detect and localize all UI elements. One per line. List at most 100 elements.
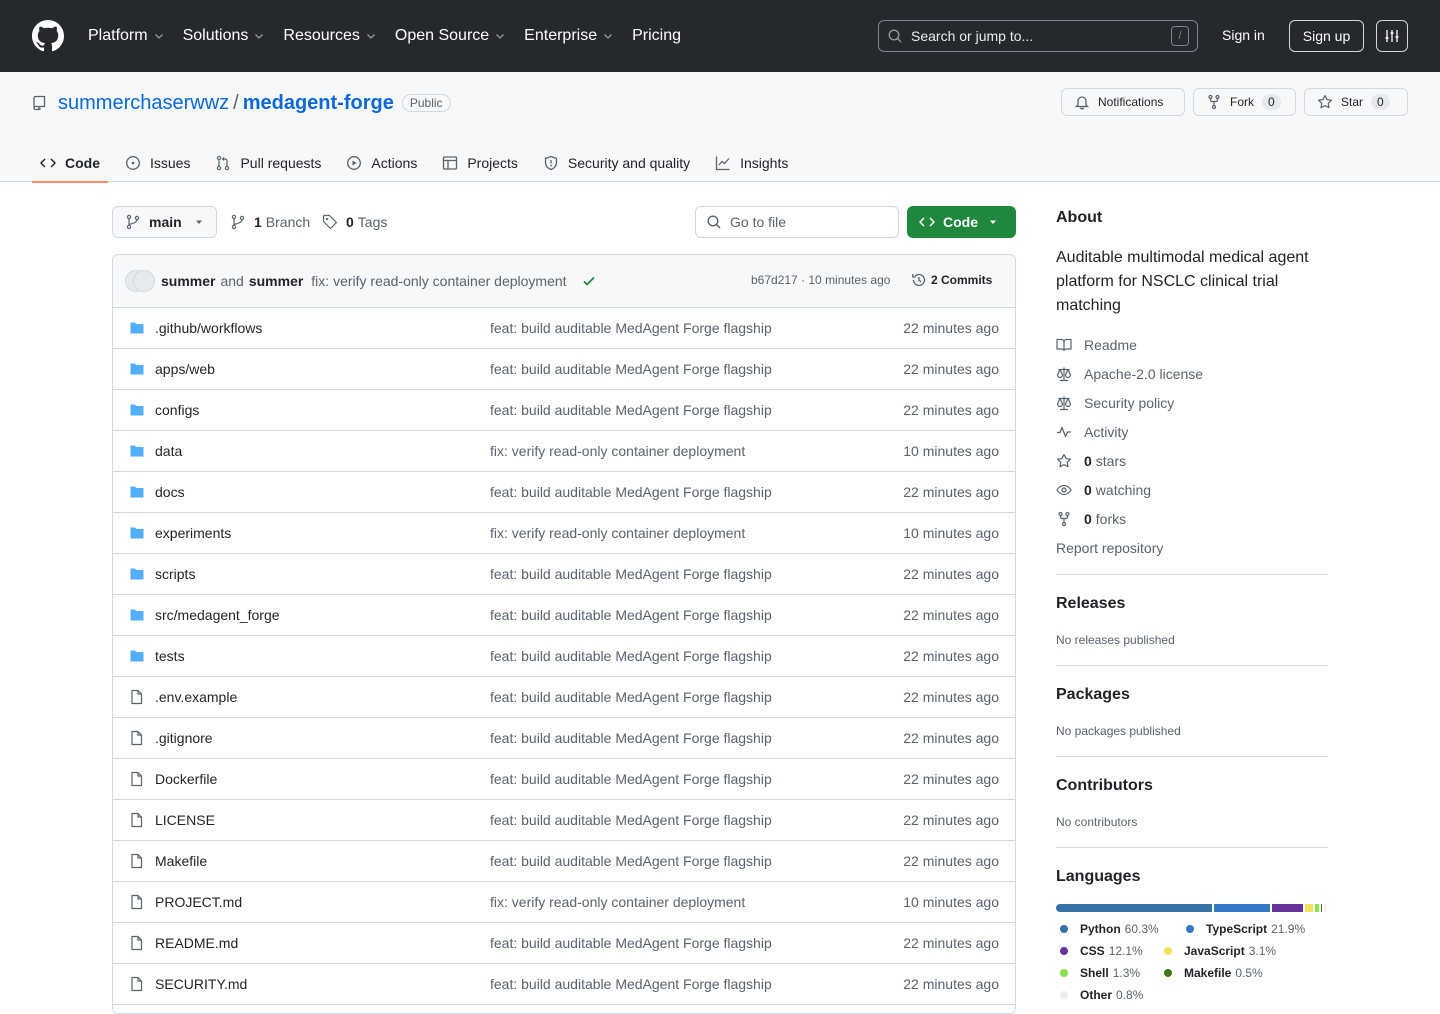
- avatar[interactable]: [133, 270, 155, 292]
- language-bar-segment[interactable]: [1213, 904, 1271, 912]
- file-commit-message-link[interactable]: feat: build auditable MedAgent Forge fla…: [490, 607, 772, 623]
- license-link[interactable]: Apache-2.0 license: [1056, 364, 1203, 384]
- commit-sha-time[interactable]: b67d217 · 10 minutes ago: [751, 273, 890, 287]
- stars-link[interactable]: 0 stars: [1056, 451, 1126, 471]
- nav-resources[interactable]: Resources: [283, 27, 376, 45]
- file-commit-message-link[interactable]: feat: build auditable MedAgent Forge fla…: [490, 566, 772, 582]
- nav-enterprise[interactable]: Enterprise: [524, 27, 614, 45]
- report-repository-link[interactable]: Report repository: [1056, 538, 1163, 558]
- file-commit-message-link[interactable]: feat: build auditable MedAgent Forge fla…: [490, 648, 772, 664]
- file-row[interactable]: SECURITY.md feat: build auditable MedAgen…: [113, 964, 1015, 1005]
- file-name-link[interactable]: LICENSE: [155, 812, 215, 828]
- file-name-link[interactable]: configs: [155, 402, 199, 418]
- file-row[interactable]: docs feat: build auditable MedAgent Forge…: [113, 472, 1015, 513]
- file-row[interactable]: src/medagent_forge feat: build auditable …: [113, 595, 1015, 636]
- file-commit-message-link[interactable]: fix: verify read-only container deployme…: [490, 894, 745, 910]
- file-commit-message-link[interactable]: feat: build auditable MedAgent Forge fla…: [490, 320, 772, 336]
- commit-coauthor-link[interactable]: summer: [249, 273, 303, 289]
- language-item[interactable]: Python 60.3%: [1060, 922, 1159, 936]
- nav-solutions[interactable]: Solutions: [183, 27, 266, 45]
- code-dropdown-button[interactable]: Code: [907, 206, 1016, 238]
- file-row[interactable]: .env.example feat: build auditable MedAge…: [113, 677, 1015, 718]
- file-name-link[interactable]: Dockerfile: [155, 771, 217, 787]
- file-commit-message-link[interactable]: feat: build auditable MedAgent Forge fla…: [490, 361, 772, 377]
- file-commit-message-link[interactable]: feat: build auditable MedAgent Forge fla…: [490, 689, 772, 705]
- file-commit-message-link[interactable]: feat: build auditable MedAgent Forge fla…: [490, 812, 772, 828]
- check-icon[interactable]: [581, 273, 597, 289]
- file-row[interactable]: configs feat: build auditable MedAgent Fo…: [113, 390, 1015, 431]
- language-bar-segment[interactable]: [1056, 904, 1212, 912]
- language-item[interactable]: JavaScript 3.1%: [1164, 944, 1276, 958]
- file-name-link[interactable]: apps/web: [155, 361, 215, 377]
- file-row[interactable]: LICENSE feat: build auditable MedAgent Fo…: [113, 800, 1015, 841]
- tab-actions[interactable]: Actions: [338, 144, 425, 182]
- file-commit-message-link[interactable]: feat: build auditable MedAgent Forge fla…: [490, 853, 772, 869]
- file-name-link[interactable]: PROJECT.md: [155, 894, 242, 910]
- tab-issues[interactable]: Issues: [117, 144, 198, 182]
- fork-button[interactable]: Fork 0: [1193, 88, 1296, 116]
- nav-platform[interactable]: Platform: [88, 27, 165, 45]
- file-row[interactable]: experiments fix: verify read-only contain…: [113, 513, 1015, 554]
- file-row[interactable]: .github/workflows feat: build auditable M…: [113, 308, 1015, 349]
- appearance-settings-button[interactable]: [1376, 20, 1408, 52]
- go-to-file-input[interactable]: Go to file: [695, 206, 899, 238]
- packages-heading[interactable]: Packages: [1056, 686, 1130, 704]
- file-commit-message-link[interactable]: feat: build auditable MedAgent Forge fla…: [490, 771, 772, 787]
- global-search-input[interactable]: Search or jump to... /: [878, 20, 1198, 52]
- sign-up-button[interactable]: Sign up: [1289, 20, 1364, 52]
- commit-message-link[interactable]: fix: verify read-only container deployme…: [311, 273, 566, 289]
- tab-security[interactable]: Security and quality: [535, 144, 698, 182]
- file-name-link[interactable]: Makefile: [155, 853, 207, 869]
- file-name-link[interactable]: scripts: [155, 566, 195, 582]
- file-name-link[interactable]: .env.example: [155, 689, 237, 705]
- repo-name-link[interactable]: medagent-forge: [243, 92, 394, 115]
- file-row[interactable]: Makefile feat: build auditable MedAgent F…: [113, 841, 1015, 882]
- nav-open-source[interactable]: Open Source: [395, 27, 506, 45]
- contributors-heading[interactable]: Contributors: [1056, 777, 1153, 795]
- readme-link[interactable]: Readme: [1056, 335, 1137, 355]
- file-name-link[interactable]: docs: [155, 484, 185, 500]
- file-commit-message-link[interactable]: feat: build auditable MedAgent Forge fla…: [490, 976, 772, 992]
- file-name-link[interactable]: .github/workflows: [155, 320, 262, 336]
- file-commit-message-link[interactable]: feat: build auditable MedAgent Forge fla…: [490, 935, 772, 951]
- github-logo-icon[interactable]: [32, 20, 64, 52]
- file-row[interactable]: apps/web feat: build auditable MedAgent F…: [113, 349, 1015, 390]
- language-item[interactable]: CSS 12.1%: [1060, 944, 1143, 958]
- language-bar-segment[interactable]: [1305, 904, 1314, 912]
- watchers-link[interactable]: 0 watching: [1056, 480, 1151, 500]
- file-name-link[interactable]: src/medagent_forge: [155, 607, 280, 623]
- branches-link[interactable]: 1 Branch: [230, 206, 310, 238]
- file-row[interactable]: .gitignore feat: build auditable MedAgent…: [113, 718, 1015, 759]
- activity-link[interactable]: Activity: [1056, 422, 1128, 442]
- file-name-link[interactable]: experiments: [155, 525, 231, 541]
- file-commit-message-link[interactable]: feat: build auditable MedAgent Forge fla…: [490, 730, 772, 746]
- file-row[interactable]: tests feat: build auditable MedAgent Forg…: [113, 636, 1015, 677]
- notifications-button[interactable]: Notifications: [1061, 88, 1185, 116]
- file-commit-message-link[interactable]: fix: verify read-only container deployme…: [490, 525, 745, 541]
- language-bar-segment[interactable]: [1315, 904, 1319, 912]
- file-commit-message-link[interactable]: fix: verify read-only container deployme…: [490, 443, 745, 459]
- language-item[interactable]: TypeScript 21.9%: [1186, 922, 1305, 936]
- file-row[interactable]: README.md feat: build auditable MedAgent …: [113, 923, 1015, 964]
- security-policy-link[interactable]: Security policy: [1056, 393, 1174, 413]
- language-bar-segment[interactable]: [1272, 904, 1304, 912]
- sign-in-link[interactable]: Sign in: [1222, 27, 1265, 43]
- tab-insights[interactable]: Insights: [707, 144, 796, 182]
- file-commit-message-link[interactable]: feat: build auditable MedAgent Forge fla…: [490, 484, 772, 500]
- file-name-link[interactable]: tests: [155, 648, 185, 664]
- file-name-link[interactable]: README.md: [155, 935, 238, 951]
- language-item[interactable]: Shell 1.3%: [1060, 966, 1140, 980]
- releases-heading[interactable]: Releases: [1056, 595, 1125, 613]
- language-item[interactable]: Makefile 0.5%: [1164, 966, 1263, 980]
- star-button[interactable]: Star 0: [1304, 88, 1408, 116]
- tab-code[interactable]: Code: [32, 144, 108, 183]
- tags-link[interactable]: 0 Tags: [322, 206, 387, 238]
- file-row[interactable]: scripts feat: build auditable MedAgent Fo…: [113, 554, 1015, 595]
- commit-author-link[interactable]: summer: [161, 273, 215, 289]
- tab-projects[interactable]: Projects: [434, 144, 526, 182]
- branch-selector[interactable]: main: [112, 206, 217, 238]
- file-name-link[interactable]: .gitignore: [155, 730, 213, 746]
- commits-link[interactable]: 2 Commits: [911, 272, 992, 288]
- tab-pull-requests[interactable]: Pull requests: [207, 144, 329, 182]
- file-commit-message-link[interactable]: feat: build auditable MedAgent Forge fla…: [490, 402, 772, 418]
